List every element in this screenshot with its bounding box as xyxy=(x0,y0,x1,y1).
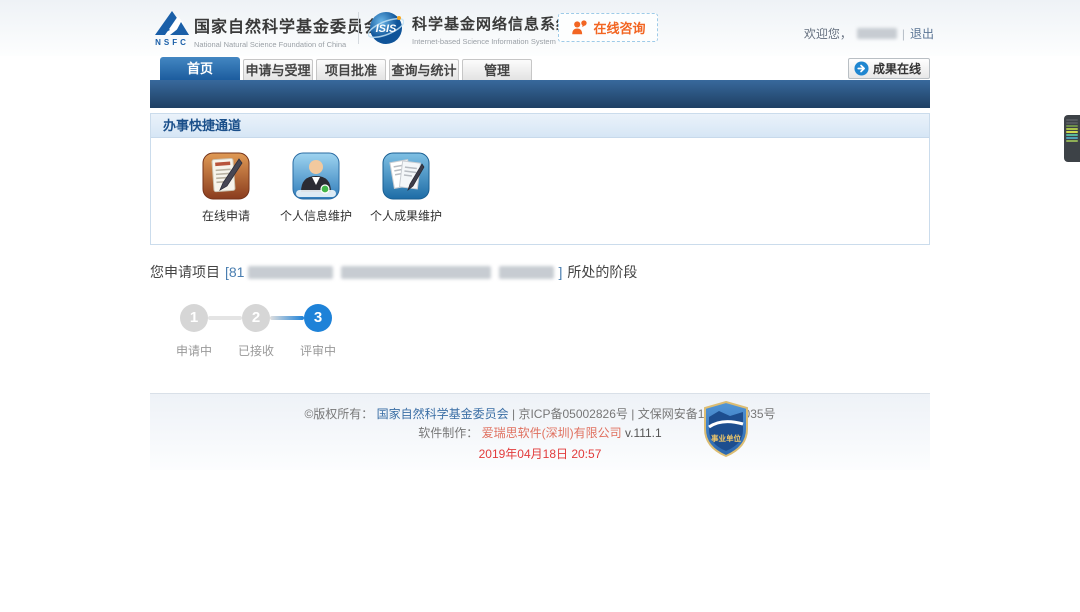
footer-sep-1: | xyxy=(512,407,515,421)
svg-text:ISIS: ISIS xyxy=(376,23,397,35)
side-panel-widget[interactable] xyxy=(1064,115,1080,162)
tab-query-statistics[interactable]: 查询与统计 xyxy=(389,59,459,80)
footer-sep-2: | xyxy=(631,407,634,421)
personal-results-icon xyxy=(382,152,430,200)
consult-label: 在线咨询 xyxy=(593,18,645,37)
quick-item-label: 个人信息维护 xyxy=(280,207,352,224)
quick-access-body: 在线申请 个人信息维护 xyxy=(151,138,929,224)
tab-management[interactable]: 管理 xyxy=(462,59,532,80)
tab-application-acceptance[interactable]: 申请与受理 xyxy=(243,59,313,80)
tab-project-approval[interactable]: 项目批准 xyxy=(316,59,386,80)
page: NSFC 国家自然科学基金委员会 National Natural Scienc… xyxy=(0,0,1080,612)
tab-home[interactable]: 首页 xyxy=(160,57,240,80)
step-label-reviewing: 评审中 xyxy=(288,342,348,359)
online-apply-icon xyxy=(202,152,250,200)
stage-label-prefix: 您申请项目 xyxy=(150,262,220,282)
welcome-separator: | xyxy=(902,27,905,41)
footer-version: v.111.1 xyxy=(625,426,662,440)
step-label-applying: 申请中 xyxy=(164,342,224,359)
badge-label: 事业单位 xyxy=(711,433,741,443)
step-connector-2-3 xyxy=(270,316,304,320)
quick-item-label: 个人成果维护 xyxy=(370,207,442,224)
institution-badge-icon: 事业单位 xyxy=(702,401,750,457)
isis-title: 科学基金网络信息系统 xyxy=(412,13,572,34)
progress-steps: 1 2 3 申请中 已接收 评审中 xyxy=(150,304,930,366)
quick-item-online-apply[interactable]: 在线申请 xyxy=(181,152,271,224)
project-id-redacted xyxy=(248,266,333,279)
step-label-received: 已接收 xyxy=(226,342,286,359)
main-nav: 首页 申请与受理 项目批准 查询与统计 管理 xyxy=(160,57,535,80)
stage-label-suffix: 所处的阶段 xyxy=(567,262,637,282)
footer: ©版权所有： 国家自然科学基金委员会 | 京ICP备05002826号 | 文保… xyxy=(150,393,930,470)
project-id-start: [81 xyxy=(225,264,244,280)
banner-bar xyxy=(150,80,930,108)
main-content: 办事快捷通道 xyxy=(150,113,930,366)
software-prefix: 软件制作： xyxy=(418,426,478,440)
footer-software-line: 软件制作： 爱瑞思软件(深圳)有限公司 v.111.1 xyxy=(150,424,930,443)
quick-item-personal-info[interactable]: 个人信息维护 xyxy=(271,152,361,224)
project-stage-section: 您申请项目 [81 ] 所处的阶段 1 2 3 申请中 已接收 评审中 xyxy=(150,262,930,366)
isis-logo-icon: ISIS xyxy=(368,10,404,46)
quick-item-label: 在线申请 xyxy=(202,207,250,224)
results-online-label: 成果在线 xyxy=(873,60,921,77)
welcome-bar: 欢迎您， | 退出 xyxy=(804,25,934,42)
header-divider xyxy=(358,12,359,44)
results-online-button[interactable]: 成果在线 xyxy=(848,58,930,79)
username-redacted xyxy=(857,28,897,39)
quick-access-panel: 办事快捷通道 xyxy=(150,113,930,245)
project-extra-redacted xyxy=(499,266,554,279)
arrow-circle-icon xyxy=(854,61,869,76)
welcome-prefix: 欢迎您， xyxy=(804,25,852,42)
project-name-redacted xyxy=(341,266,491,279)
step-circle-1: 1 xyxy=(180,304,208,332)
isis-subtitle: Internet-based Science Information Syste… xyxy=(412,37,572,46)
project-stage-title: 您申请项目 [81 ] 所处的阶段 xyxy=(150,262,930,282)
step-circle-3-active: 3 xyxy=(304,304,332,332)
online-consult-button[interactable]: 在线咨询 xyxy=(558,13,658,42)
logout-link[interactable]: 退出 xyxy=(910,25,934,42)
footer-copyright-line: ©版权所有： 国家自然科学基金委员会 | 京ICP备05002826号 | 文保… xyxy=(150,405,930,424)
footer-org-link[interactable]: 国家自然科学基金委员会 xyxy=(377,407,509,421)
nsfc-brand: 国家自然科学基金委员会 National Natural Science Fou… xyxy=(194,13,381,49)
project-bracket-close: ] xyxy=(558,264,562,280)
nsfc-title: 国家自然科学基金委员会 xyxy=(194,13,381,37)
nsfc-subtitle: National Natural Science Foundation of C… xyxy=(194,40,381,49)
quick-item-personal-results[interactable]: 个人成果维护 xyxy=(361,152,451,224)
step-circle-2: 2 xyxy=(242,304,270,332)
footer-company: 爱瑞思软件(深圳)有限公司 xyxy=(482,426,622,440)
header: NSFC 国家自然科学基金委员会 National Natural Scienc… xyxy=(0,0,1080,56)
svg-text:NSFC: NSFC xyxy=(155,38,189,47)
footer-icp: 京ICP备05002826号 xyxy=(518,407,627,421)
isis-brand: 科学基金网络信息系统 Internet-based Science Inform… xyxy=(412,13,572,46)
quick-access-title: 办事快捷通道 xyxy=(151,114,929,138)
copyright-prefix: ©版权所有： xyxy=(304,407,373,421)
personal-info-icon xyxy=(292,152,340,200)
nsfc-logo-icon: NSFC xyxy=(152,10,192,48)
footer-datetime: 2019年04月18日 20:57 xyxy=(150,445,930,464)
step-connector-1-2 xyxy=(208,316,242,320)
consult-person-icon xyxy=(570,19,588,37)
